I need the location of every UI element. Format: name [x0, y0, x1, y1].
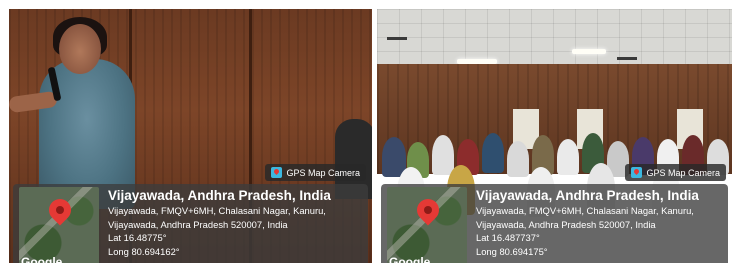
location-info-panel: Google Vijayawada, Andhra Pradesh, India…	[381, 184, 728, 263]
map-thumbnail: Google	[387, 187, 467, 263]
longitude: Long 80.694175°	[476, 245, 548, 257]
audience-member	[507, 141, 529, 177]
photo-audience: GPS Map Camera Google Vijayawada, Andhra…	[377, 9, 732, 263]
ceiling-light	[572, 49, 606, 54]
speaker-face	[59, 24, 101, 74]
audience-member	[482, 133, 504, 173]
map-provider-label: Google	[389, 255, 431, 263]
gps-camera-tag-label: GPS Map Camera	[286, 167, 360, 178]
address-line-2: Vijayawada, Andhra Pradesh 520007, India	[108, 218, 288, 230]
photo-speaker: GPS Map Camera Google Vijayawada, Andhra…	[9, 9, 372, 263]
audience-member	[557, 139, 579, 175]
latitude: Lat 16.487737°	[476, 232, 540, 243]
location-title: Vijayawada, Andhra Pradesh, India	[108, 188, 331, 203]
location-pin-icon	[412, 194, 444, 226]
location-title: Vijayawada, Andhra Pradesh, India	[476, 188, 699, 203]
map-provider-label: Google	[21, 255, 63, 263]
latitude: Lat 16.48775°	[108, 232, 167, 243]
location-info-panel: Google Vijayawada, Andhra Pradesh, India…	[13, 184, 368, 263]
gps-camera-tag: GPS Map Camera	[625, 164, 726, 181]
location-details: Vijayawada, Andhra Pradesh, India Vijaya…	[476, 187, 722, 258]
address-line-1: Vijayawada, FMQV+6MH, Chalasani Nagar, K…	[108, 205, 326, 216]
audience-member	[432, 135, 454, 175]
map-thumbnail: Google	[19, 187, 99, 263]
gps-camera-tag: GPS Map Camera	[265, 164, 366, 181]
ceiling-fan	[387, 37, 407, 40]
map-pin-icon	[271, 167, 283, 178]
location-pin-icon	[44, 194, 76, 226]
map-pin-icon	[631, 167, 643, 178]
longitude: Long 80.694162°	[108, 245, 180, 257]
ceiling-fan	[617, 57, 637, 60]
address-line-2: Vijayawada, Andhra Pradesh 520007, India	[476, 218, 656, 230]
gps-camera-tag-label: GPS Map Camera	[646, 167, 720, 178]
location-details: Vijayawada, Andhra Pradesh, India Vijaya…	[108, 187, 362, 258]
address-line-1: Vijayawada, FMQV+6MH, Chalasani Nagar, K…	[476, 205, 694, 216]
